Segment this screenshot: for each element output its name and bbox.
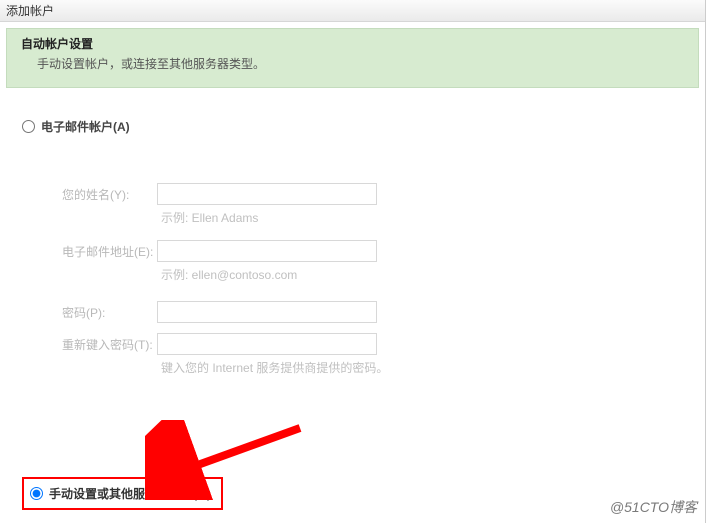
auto-form: 您的姓名(Y): 示例: Ellen Adams 电子邮件地址(E): 示例: … [62,183,687,376]
radio-email-account[interactable]: 电子邮件帐户(A) [22,118,687,135]
banner-subtitle: 手动设置帐户，或连接至其他服务器类型。 [21,55,684,72]
header-banner: 自动帐户设置 手动设置帐户，或连接至其他服务器类型。 [6,28,699,88]
radio-manual-label: 手动设置或其他服务器类型(M) [49,485,211,502]
banner-title: 自动帐户设置 [21,35,684,52]
radio-email-input[interactable] [22,120,35,133]
window-title: 添加帐户 [0,0,705,22]
retype-label: 重新键入密码(T): [62,336,157,353]
radio-email-label: 电子邮件帐户(A) [41,118,130,135]
name-label: 您的姓名(Y): [62,186,157,203]
password-label: 密码(P): [62,304,157,321]
retype-field [157,333,377,355]
password-field [157,301,377,323]
radio-manual-input[interactable] [30,487,43,500]
email-field [157,240,377,262]
name-field [157,183,377,205]
email-label: 电子邮件地址(E): [62,243,157,260]
password-hint: 键入您的 Internet 服务提供商提供的密码。 [157,359,687,376]
email-example: 示例: ellen@contoso.com [157,266,687,283]
name-example: 示例: Ellen Adams [157,209,687,226]
radio-manual-setup[interactable]: 手动设置或其他服务器类型(M) [22,477,223,510]
watermark: @51CTO博客 [610,497,697,517]
